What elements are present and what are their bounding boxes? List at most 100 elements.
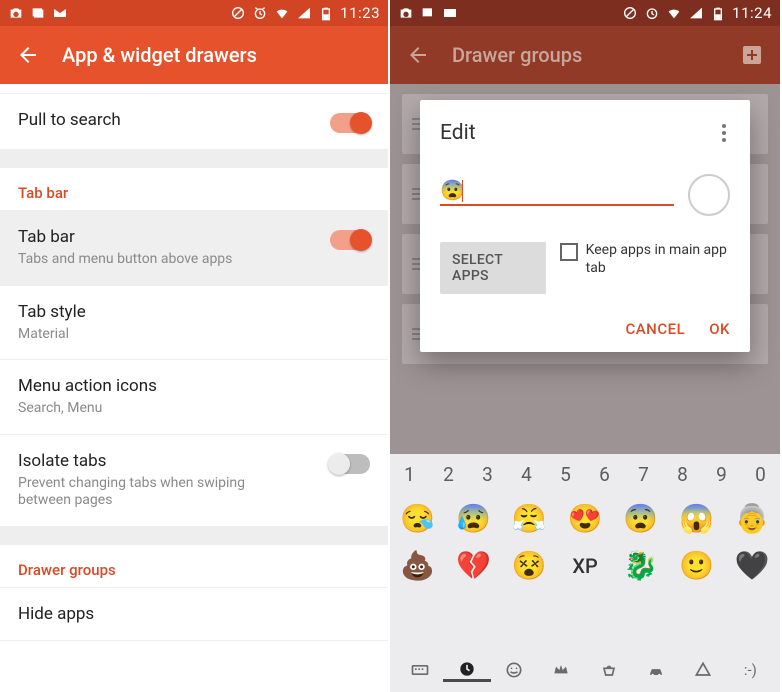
cancel-button[interactable]: CANCEL [625,320,685,338]
app-bar: Drawer groups [390,26,780,84]
alarm-icon [644,5,660,21]
back-arrow-icon[interactable] [406,43,430,67]
key-3[interactable]: 3 [468,454,507,495]
setting-subtitle: Tabs and menu button above apps [18,251,232,269]
emoji-key[interactable]: 😨 [613,495,669,542]
emoji-key[interactable]: 😱 [669,495,725,542]
section-gap [0,527,388,545]
recent-emoji-icon[interactable] [443,659,490,682]
back-arrow-icon[interactable] [16,43,40,67]
battery-icon [710,5,726,21]
battery-icon [318,5,334,21]
symbols-category-icon[interactable] [680,660,727,680]
emoji-key[interactable]: 😵 [501,542,557,589]
setting-subtitle: Material [18,326,86,344]
status-time: 11:24 [732,4,772,22]
wifi-icon [274,5,290,21]
status-bar: 11:23 [0,0,388,26]
ok-button[interactable]: OK [709,320,730,338]
select-apps-button[interactable]: SELECT APPS [440,242,546,294]
emoji-row-1: 😪 😰 😤 😍 😨 😱 👵 [390,495,780,542]
key-0[interactable]: 0 [741,454,780,495]
camera-icon [398,5,414,21]
section-gap [0,150,388,168]
app-bar: App & widget drawers [0,26,388,84]
signal-icon [296,5,312,21]
status-bar: 11:24 [390,0,780,26]
key-4[interactable]: 4 [507,454,546,495]
group-name-input[interactable]: 😨 [440,184,674,206]
keyboard-number-row: 1 2 3 4 5 6 7 8 9 0 [390,454,780,495]
setting-subtitle: Search, Menu [18,400,157,418]
settings-list[interactable]: Pull to search Tab bar Tab bar Tabs and … [0,84,388,692]
status-time: 11:23 [340,4,380,22]
toggle-switch[interactable] [330,454,370,474]
camera-icon [8,5,24,21]
setting-pull-to-search[interactable]: Pull to search [0,94,388,150]
toggle-switch[interactable] [330,113,370,133]
emoji-key[interactable]: 🙂 [669,542,725,589]
overflow-menu-icon[interactable] [718,120,730,146]
setting-menu-action-icons[interactable]: Menu action icons Search, Menu [0,360,388,435]
emoji-key[interactable]: 💩 [390,542,446,589]
food-category-icon[interactable] [585,660,632,680]
page-title: Drawer groups [452,43,718,67]
dialog-title: Edit [440,121,476,145]
setting-title: Menu action icons [18,376,157,396]
emoji-key[interactable]: 🖤 [724,542,780,589]
add-icon[interactable] [740,43,764,67]
setting-title: Hide apps [18,604,94,624]
keep-apps-checkbox[interactable]: Keep apps in main app tab [560,242,730,277]
checkbox-label: Keep apps in main app tab [586,242,730,277]
wifi-icon [666,5,682,21]
emoji-key[interactable]: 😪 [390,495,446,542]
keyboard-category-tabs: :-) [390,648,780,692]
gallery-icon [30,5,46,21]
mail-icon [442,5,458,21]
setting-tab-style[interactable]: Tab style Material [0,286,388,361]
crown-category-icon[interactable] [538,660,585,680]
right-phone: 11:24 Drawer groups Edit [390,0,780,692]
setting-title: Tab style [18,302,86,322]
emoji-key[interactable]: 😍 [557,495,613,542]
page-title: App & widget drawers [62,43,372,67]
emoji-key[interactable]: 🐉 [613,542,669,589]
emoji-key[interactable]: 😤 [501,495,557,542]
group-icon-picker[interactable] [688,174,730,216]
gallery-icon [420,5,436,21]
alarm-icon [252,5,268,21]
key-6[interactable]: 6 [585,454,624,495]
key-1[interactable]: 1 [390,454,429,495]
no-sim-icon [230,5,246,21]
setting-title: Pull to search [18,110,121,130]
keyboard-abc-icon[interactable] [396,660,443,680]
no-sim-icon [622,5,638,21]
emoji-keyboard[interactable]: 1 2 3 4 5 6 7 8 9 0 😪 😰 😤 😍 😨 😱 👵 💩 💔 😵 … [390,454,780,692]
key-2[interactable]: 2 [429,454,468,495]
toggle-switch[interactable] [330,230,370,250]
checkbox-icon[interactable] [560,243,578,261]
emoji-row-2: 💩 💔 😵 XP 🐉 🙂 🖤 [390,542,780,589]
setting-title: Tab bar [18,227,232,247]
section-header-tab-bar: Tab bar [0,168,388,211]
setting-title: Isolate tabs [18,451,278,471]
setting-isolate-tabs[interactable]: Isolate tabs Prevent changing tabs when … [0,435,388,527]
setting-hide-apps[interactable]: Hide apps [0,588,388,641]
key-5[interactable]: 5 [546,454,585,495]
text-emoticon-icon[interactable]: :-) [727,661,774,679]
setting-subtitle: Prevent changing tabs when swiping betwe… [18,475,278,510]
truncated-row [0,84,388,94]
key-7[interactable]: 7 [624,454,663,495]
text-caret [462,180,463,202]
emoji-key[interactable]: 👵 [724,495,780,542]
edit-group-dialog: Edit 😨 SELECT APPS Keep apps in main app… [420,100,750,352]
emoji-key[interactable]: 💔 [446,542,502,589]
key-8[interactable]: 8 [663,454,702,495]
key-9[interactable]: 9 [702,454,741,495]
smileys-category-icon[interactable] [491,660,538,680]
travel-category-icon[interactable] [632,660,679,680]
emoji-key[interactable]: XP [557,542,613,589]
setting-tab-bar[interactable]: Tab bar Tabs and menu button above apps [0,211,388,286]
emoji-key[interactable]: 😰 [446,495,502,542]
section-header-drawer-groups: Drawer groups [0,545,388,588]
